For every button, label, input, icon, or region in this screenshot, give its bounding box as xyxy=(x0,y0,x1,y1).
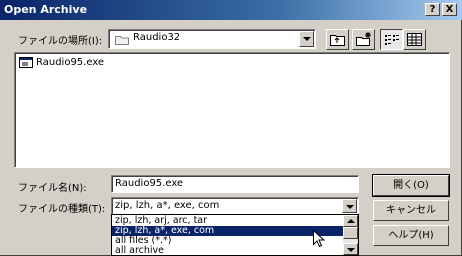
filename-value: Raudio95.exe xyxy=(115,178,184,189)
scroll-up-button[interactable] xyxy=(343,215,358,227)
mouse-cursor-icon xyxy=(313,230,325,248)
filetype-label: ファイルの種類(T): xyxy=(18,204,106,215)
up-folder-icon xyxy=(330,35,345,46)
look-in-label: ファイルの場所(I): xyxy=(18,36,103,47)
chevron-down-icon[interactable] xyxy=(299,31,314,47)
options-scrollbar[interactable] xyxy=(343,215,358,255)
filetype-option[interactable]: all archive xyxy=(112,246,345,256)
details-view-button[interactable] xyxy=(403,29,426,50)
filetype-value: zip, lzh, a*, exe, com xyxy=(115,200,220,211)
chevron-down-icon[interactable] xyxy=(342,199,357,213)
filename-input[interactable]: Raudio95.exe xyxy=(111,175,359,193)
open-archive-dialog: Open Archive ? X ファイルの場所(I): Raudio32 Ra… xyxy=(0,0,462,256)
up-folder-button[interactable] xyxy=(326,29,349,50)
close-button[interactable]: X xyxy=(442,3,457,16)
folder-icon xyxy=(115,36,129,45)
open-button[interactable]: 開く(O) xyxy=(372,174,450,197)
title-bar[interactable]: Open Archive ? X xyxy=(0,0,462,20)
look-in-value: Raudio32 xyxy=(133,32,181,43)
file-name: Raudio95.exe xyxy=(36,57,105,68)
look-in-dropdown[interactable]: Raudio32 xyxy=(108,29,316,49)
help-button[interactable]: ヘルプ(H) xyxy=(373,225,449,246)
list-view-icon xyxy=(385,35,399,45)
scroll-thumb[interactable] xyxy=(343,227,358,239)
exe-icon xyxy=(19,57,33,68)
help-title-button[interactable]: ? xyxy=(425,3,440,16)
cancel-button[interactable]: キャンセル xyxy=(373,200,449,221)
details-view-icon xyxy=(407,33,422,46)
file-list[interactable]: Raudio95.exe xyxy=(14,52,450,168)
list-view-button[interactable] xyxy=(380,29,403,50)
filename-label: ファイル名(N): xyxy=(18,183,87,194)
window-title: Open Archive xyxy=(4,3,88,16)
new-folder-icon xyxy=(356,32,371,46)
filetype-dropdown[interactable]: zip, lzh, a*, exe, com xyxy=(111,197,359,215)
scroll-down-button[interactable] xyxy=(343,243,358,255)
new-folder-button[interactable] xyxy=(352,29,375,50)
